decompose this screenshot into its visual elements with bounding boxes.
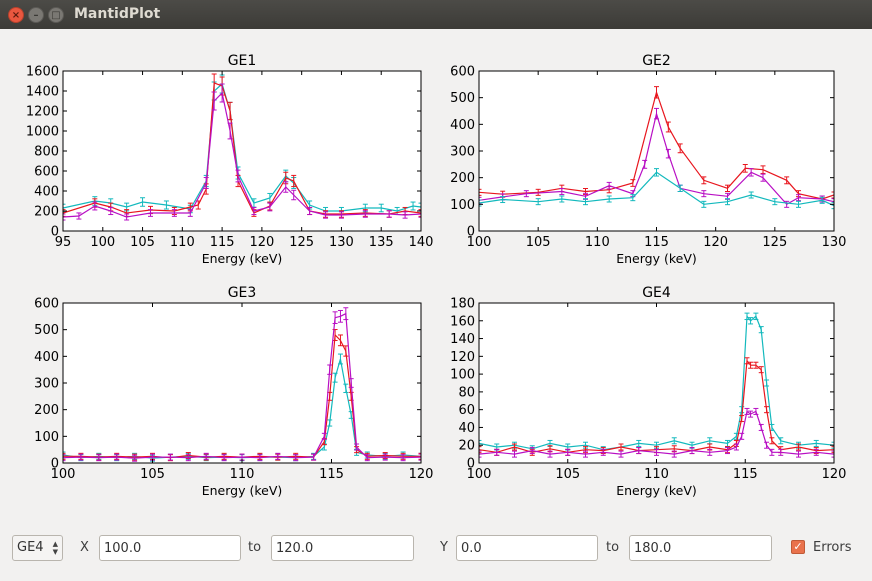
- y-tick-label: 600: [450, 65, 475, 80]
- window-title: MantidPlot: [74, 6, 161, 22]
- maximize-icon[interactable]: □: [48, 7, 64, 23]
- y-tick-label: 140: [450, 332, 475, 347]
- y-tick-label: 100: [450, 368, 475, 383]
- x-tick-label: 110: [585, 235, 610, 250]
- detector-select-value: GE4: [17, 540, 44, 555]
- x-tick-label: 115: [319, 467, 344, 482]
- x-tick-label: 125: [289, 235, 314, 250]
- plot-title: GE1: [228, 53, 257, 69]
- y-tick-label: 1200: [26, 105, 59, 120]
- x-min-input[interactable]: [99, 535, 241, 561]
- plot-title: GE4: [642, 285, 671, 301]
- x-axis-label: Energy (keV): [616, 483, 697, 498]
- minimize-icon[interactable]: –: [28, 7, 44, 23]
- y-tick-label: 160: [450, 314, 475, 329]
- x-tick-label: 140: [409, 235, 434, 250]
- y-tick-label: 400: [34, 185, 59, 200]
- y-tick-label: 200: [450, 171, 475, 186]
- x-axis-label: Energy (keV): [202, 251, 283, 266]
- y-tick-label: 0: [51, 457, 59, 472]
- spin-arrows-icon: ▲ ▼: [52, 540, 58, 556]
- x-tick-label: 130: [822, 235, 847, 250]
- x-tick-label: 110: [644, 467, 669, 482]
- y-tick-label: 500: [450, 91, 475, 106]
- errors-checkbox[interactable]: ✓: [791, 540, 805, 554]
- close-icon[interactable]: ×: [8, 7, 24, 23]
- x-tick-label: 120: [409, 467, 434, 482]
- y-tick-label: 80: [458, 385, 475, 400]
- y-tick-label: 180: [450, 297, 475, 312]
- x-tick-label: 110: [170, 235, 195, 250]
- x-tick-label: 120: [249, 235, 274, 250]
- y-tick-label: 400: [34, 350, 59, 365]
- y-tick-label: 100: [34, 430, 59, 445]
- x-tick-label: 115: [733, 467, 758, 482]
- plot-background: [63, 71, 421, 231]
- x-range-label: X: [80, 540, 89, 555]
- y-tick-label: 1000: [26, 125, 59, 140]
- detector-select[interactable]: GE4 ▲ ▼: [12, 535, 63, 561]
- y-tick-label: 1600: [26, 65, 59, 80]
- plot-controls: GE4 ▲▼ X to Y to ✓ Errors: [0, 530, 872, 566]
- y-tick-label: 300: [34, 377, 59, 392]
- x-tick-label: 100: [90, 235, 115, 250]
- y-tick-label: 400: [450, 118, 475, 133]
- plot-3: 100 105 110 115 120020406080100120140160180G…: [450, 285, 846, 498]
- plot-1: 100 105 110 115 120 125 1300100200300400500600…: [450, 53, 846, 266]
- plot-0: 95 100 105 110 115 120 125 130 135 14002004006008…: [26, 53, 434, 266]
- plot-background: [63, 303, 421, 463]
- y-tick-label: 600: [34, 165, 59, 180]
- x-max-input[interactable]: [271, 535, 414, 561]
- plot-title: GE2: [642, 53, 671, 69]
- y-tick-label: 1400: [26, 85, 59, 100]
- y-tick-label: 600: [34, 297, 59, 312]
- x-tick-label: 105: [555, 467, 580, 482]
- x-tick-label: 125: [762, 235, 787, 250]
- x-tick-label: 115: [210, 235, 235, 250]
- x-tick-label: 115: [644, 235, 669, 250]
- x-tick-label: 120: [822, 467, 847, 482]
- plots-area: 95 100 105 110 115 120 125 130 135 14002004006008…: [26, 53, 847, 498]
- y-to-label: to: [606, 540, 620, 555]
- y-tick-label: 0: [467, 225, 475, 240]
- y-tick-label: 100: [450, 198, 475, 213]
- x-tick-label: 105: [526, 235, 551, 250]
- x-tick-label: 135: [369, 235, 394, 250]
- plot-title: GE3: [228, 285, 257, 301]
- x-axis-label: Energy (keV): [202, 483, 283, 498]
- y-tick-label: 0: [467, 457, 475, 472]
- x-axis-label: Energy (keV): [616, 251, 697, 266]
- y-tick-label: 0: [51, 225, 59, 240]
- y-tick-label: 200: [34, 403, 59, 418]
- y-max-input[interactable]: [629, 535, 772, 561]
- x-to-label: to: [248, 540, 262, 555]
- x-tick-label: 120: [703, 235, 728, 250]
- y-tick-label: 500: [34, 323, 59, 338]
- plot-2: 100 105 110 115 1200100200300400500600GE3Ene…: [34, 285, 433, 498]
- y-tick-label: 300: [450, 145, 475, 160]
- x-tick-label: 110: [230, 467, 255, 482]
- y-tick-label: 60: [458, 403, 475, 418]
- y-tick-label: 120: [450, 350, 475, 365]
- y-range-label: Y: [440, 540, 448, 555]
- x-tick-label: 130: [329, 235, 354, 250]
- x-tick-label: 105: [140, 467, 165, 482]
- errors-label: Errors: [813, 540, 852, 555]
- y-tick-label: 40: [458, 421, 475, 436]
- y-min-input[interactable]: [456, 535, 598, 561]
- y-tick-label: 20: [458, 439, 475, 454]
- y-tick-label: 200: [34, 205, 59, 220]
- y-tick-label: 800: [34, 145, 59, 160]
- window-titlebar: × – □ MantidPlot: [0, 0, 872, 29]
- x-tick-label: 105: [130, 235, 155, 250]
